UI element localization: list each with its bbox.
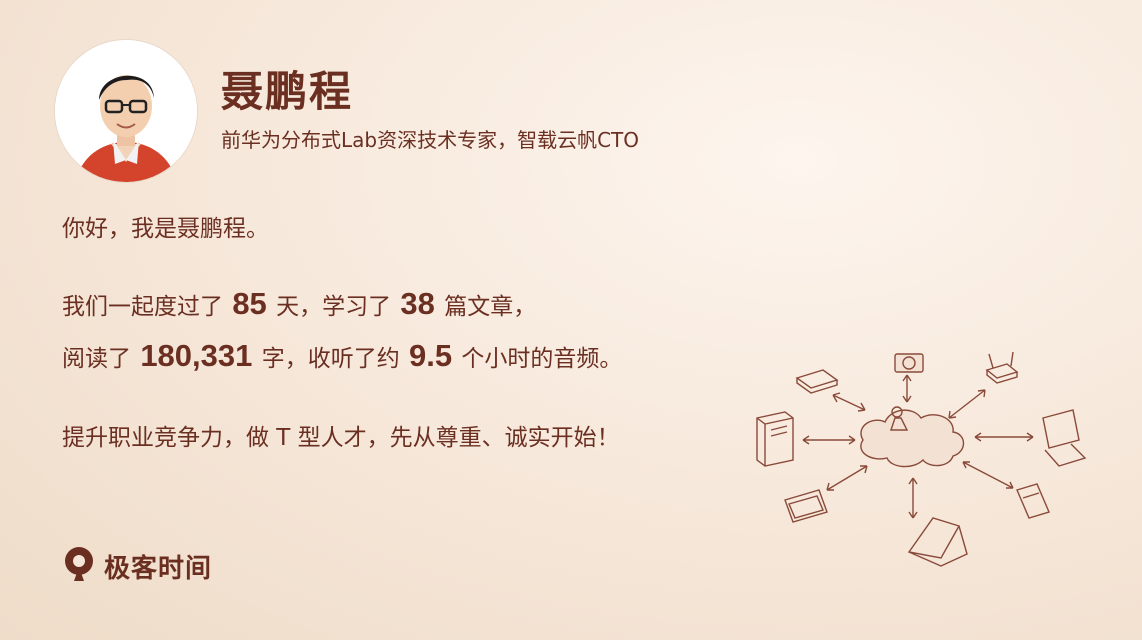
network-cloud-icon <box>745 340 1105 574</box>
words-count: 180,331 <box>140 338 253 373</box>
stats-text: 天，学习了 <box>276 294 392 320</box>
avatar <box>55 40 197 182</box>
stats-text: 阅读了 <box>62 346 131 372</box>
stats-text: 我们一起度过了 <box>62 294 223 320</box>
articles-count: 38 <box>400 286 435 321</box>
stats-text: 个小时的音频。 <box>461 346 623 372</box>
brand-logo: 极客时间 <box>62 546 212 586</box>
stats-line-2: 阅读了 180,331 字，收听了约 9.5 个小时的音频。 <box>62 338 622 377</box>
stats-text: 字，收听了约 <box>261 346 400 372</box>
slogan-text: 提升职业竞争力，做 T 型人才，先从尊重、诚实开始！ <box>62 425 620 451</box>
stats-line-1: 我们一起度过了 85 天，学习了 38 篇文章， <box>62 286 536 325</box>
brand-name: 极客时间 <box>104 553 213 584</box>
stats-text: 篇文章， <box>444 294 537 320</box>
hours-count: 9.5 <box>409 338 453 373</box>
author-title: 前华为分布式Lab资深技术专家，智载云帆CTO <box>221 128 640 152</box>
geektime-logo-icon <box>62 545 96 587</box>
days-count: 85 <box>232 286 267 321</box>
author-name: 聂鹏程 <box>221 67 354 116</box>
greeting-text: 你好，我是聂鹏程。 <box>62 216 269 242</box>
